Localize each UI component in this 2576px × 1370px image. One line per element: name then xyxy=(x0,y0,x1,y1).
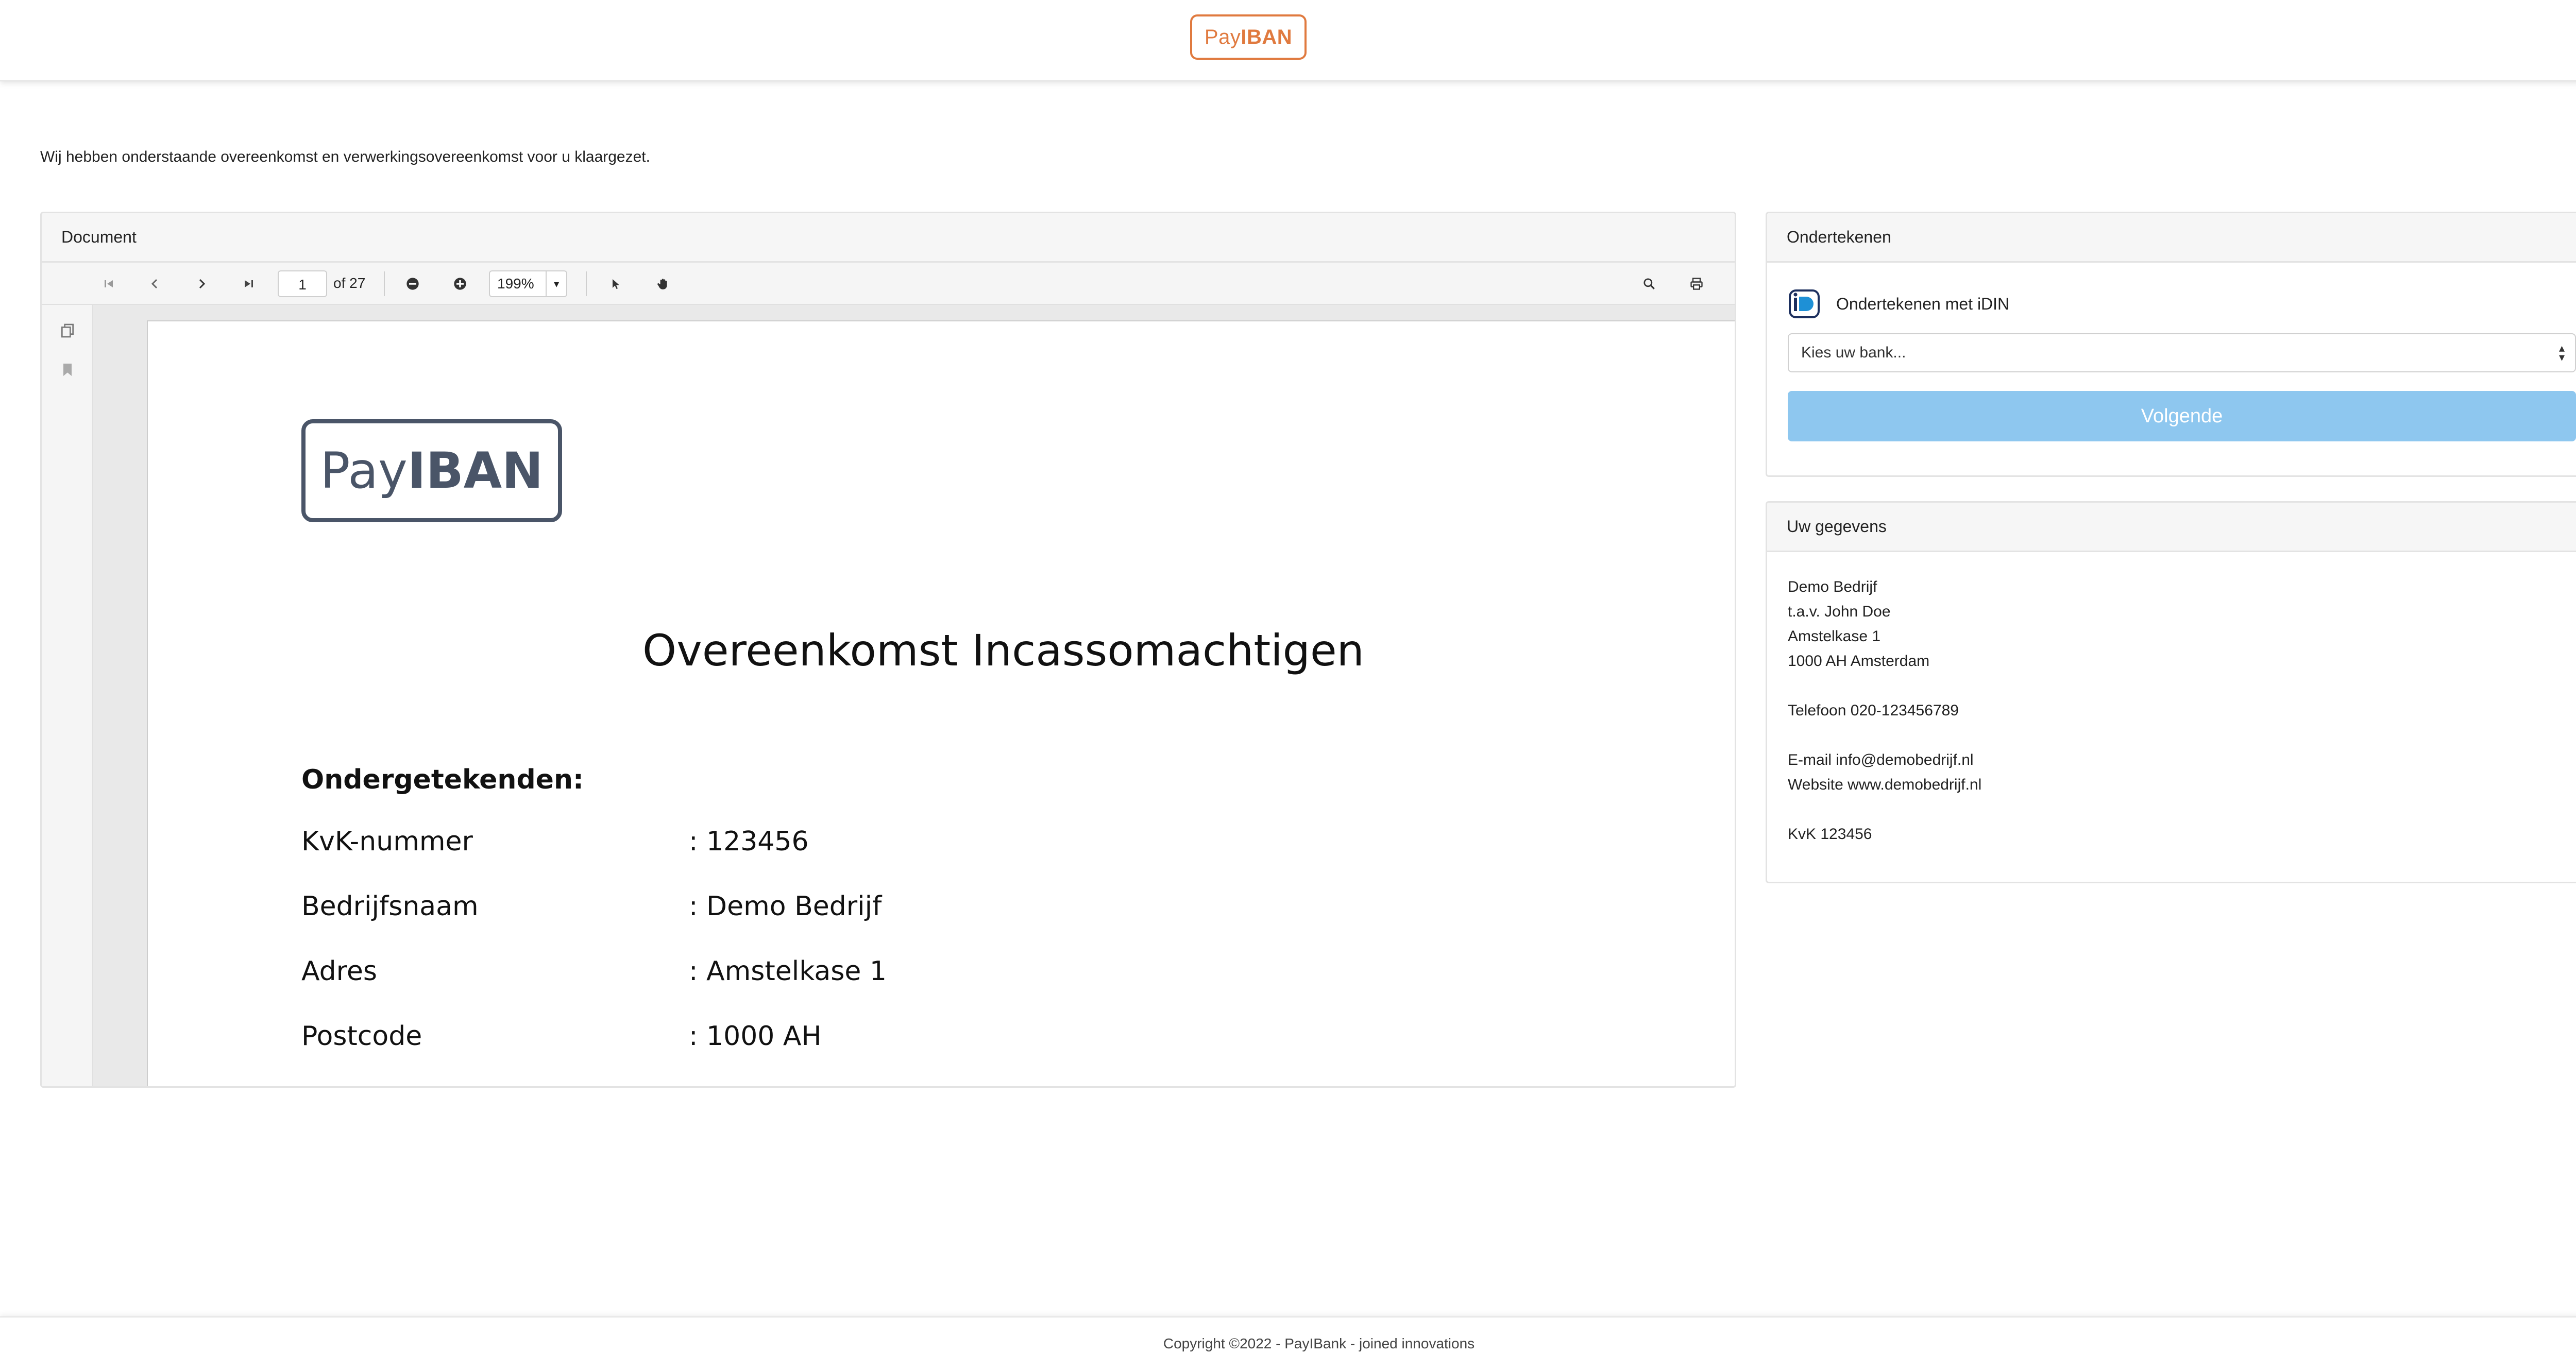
previous-page-icon[interactable] xyxy=(140,263,171,305)
select-arrows-icon: ▴ ▾ xyxy=(2558,341,2565,364)
email-line: E-mail info@demobedrijf.nl xyxy=(1788,751,1974,768)
page-total-label: of 27 xyxy=(333,275,366,291)
top-header: Pay IBAN xyxy=(0,0,2576,81)
pdf-side-rail xyxy=(42,305,93,1086)
intro-text: Wij hebben onderstaande overeenkomst en … xyxy=(40,148,650,165)
row-value: : Demo Bedrijf xyxy=(689,891,882,922)
city-line: 1000 AH Amsterdam xyxy=(1788,653,1930,670)
pdf-toolbar: 1 of 27 199% ▾ xyxy=(42,263,1735,305)
copyright-text: Copyright ©2022 - PayIBank - joined inno… xyxy=(1163,1335,1475,1351)
search-icon[interactable] xyxy=(1634,263,1665,305)
document-payiban-logo: Pay IBAN xyxy=(301,419,562,522)
sign-panel: Ondertekenen Ondertekenen met iDIN Kies … xyxy=(1766,212,2576,477)
toolbar-divider xyxy=(384,271,385,296)
idin-icon xyxy=(1789,289,1820,318)
next-page-icon[interactable] xyxy=(186,263,217,305)
hand-pan-icon[interactable] xyxy=(648,263,679,305)
customer-data-panel: Uw gegevens Demo Bedrijf t.a.v. John Doe… xyxy=(1766,501,2576,883)
document-title: Overeenkomst Incassomachtigen xyxy=(642,625,1364,676)
bookmark-icon[interactable] xyxy=(59,362,76,378)
phone-line: Telefoon 020-123456789 xyxy=(1788,702,1959,719)
document-subtitle: Ondergetekenden: xyxy=(301,764,584,795)
attention-line: t.a.v. John Doe xyxy=(1788,603,1891,620)
zoom-out-icon[interactable] xyxy=(397,263,428,305)
sign-panel-title: Ondertekenen xyxy=(1767,213,2576,263)
download-icon[interactable] xyxy=(1727,263,1735,305)
idin-label: Ondertekenen met iDIN xyxy=(1836,294,2010,313)
document-panel: Document 1 of 27 199% ▾ Pay IBAN Overeen… xyxy=(40,212,1736,1088)
pdf-page: Pay IBAN Overeenkomst Incassomachtigen On… xyxy=(147,320,1735,1086)
logo-iban-text: IBAN xyxy=(1241,25,1293,48)
row-label: Bedrijfsnaam xyxy=(301,891,479,922)
thumbnails-icon[interactable] xyxy=(59,322,76,339)
logo-pay-text: Pay xyxy=(1204,25,1241,48)
row-label: Postcode xyxy=(301,1021,422,1052)
page-number-input[interactable]: 1 xyxy=(278,270,327,297)
chevron-down-icon: ▾ xyxy=(546,271,566,296)
document-panel-title: Document xyxy=(42,213,1735,263)
payiban-logo[interactable]: Pay IBAN xyxy=(1190,14,1307,60)
website-line: Website www.demobedrijf.nl xyxy=(1788,776,1982,793)
zoom-select[interactable]: 199% ▾ xyxy=(489,270,567,297)
bank-select[interactable]: Kies uw bank... ▴ ▾ xyxy=(1788,333,2576,372)
pdf-viewer[interactable]: Pay IBAN Overeenkomst Incassomachtigen On… xyxy=(93,305,1735,1086)
toolbar-divider xyxy=(586,271,587,296)
zoom-value: 199% xyxy=(497,276,534,292)
company-name: Demo Bedrijf xyxy=(1788,578,1877,595)
print-icon[interactable] xyxy=(1681,263,1712,305)
bank-select-value: Kies uw bank... xyxy=(1801,344,1906,361)
row-value: : Amstelkase 1 xyxy=(689,956,887,987)
first-page-icon[interactable] xyxy=(93,263,124,305)
idin-option: Ondertekenen met iDIN xyxy=(1789,289,2009,318)
footer: Copyright ©2022 - PayIBank - joined inno… xyxy=(0,1316,2576,1370)
select-cursor-icon[interactable] xyxy=(600,263,631,305)
zoom-in-icon[interactable] xyxy=(445,263,476,305)
last-page-icon[interactable] xyxy=(233,263,264,305)
customer-data-title: Uw gegevens xyxy=(1767,503,2576,552)
next-button[interactable]: Volgende xyxy=(1788,391,2576,441)
row-value: : 123456 xyxy=(689,826,809,857)
street-address: Amstelkase 1 xyxy=(1788,628,1881,645)
row-label: KvK-nummer xyxy=(301,826,473,857)
kvk-line: KvK 123456 xyxy=(1788,826,1872,843)
doc-logo-iban: IBAN xyxy=(407,442,544,500)
row-value: : 1000 AH xyxy=(689,1021,822,1052)
customer-details: Demo Bedrijf t.a.v. John Doe Amstelkase … xyxy=(1788,575,1981,847)
doc-logo-pay: Pay xyxy=(320,442,408,500)
row-label: Adres xyxy=(301,956,377,987)
